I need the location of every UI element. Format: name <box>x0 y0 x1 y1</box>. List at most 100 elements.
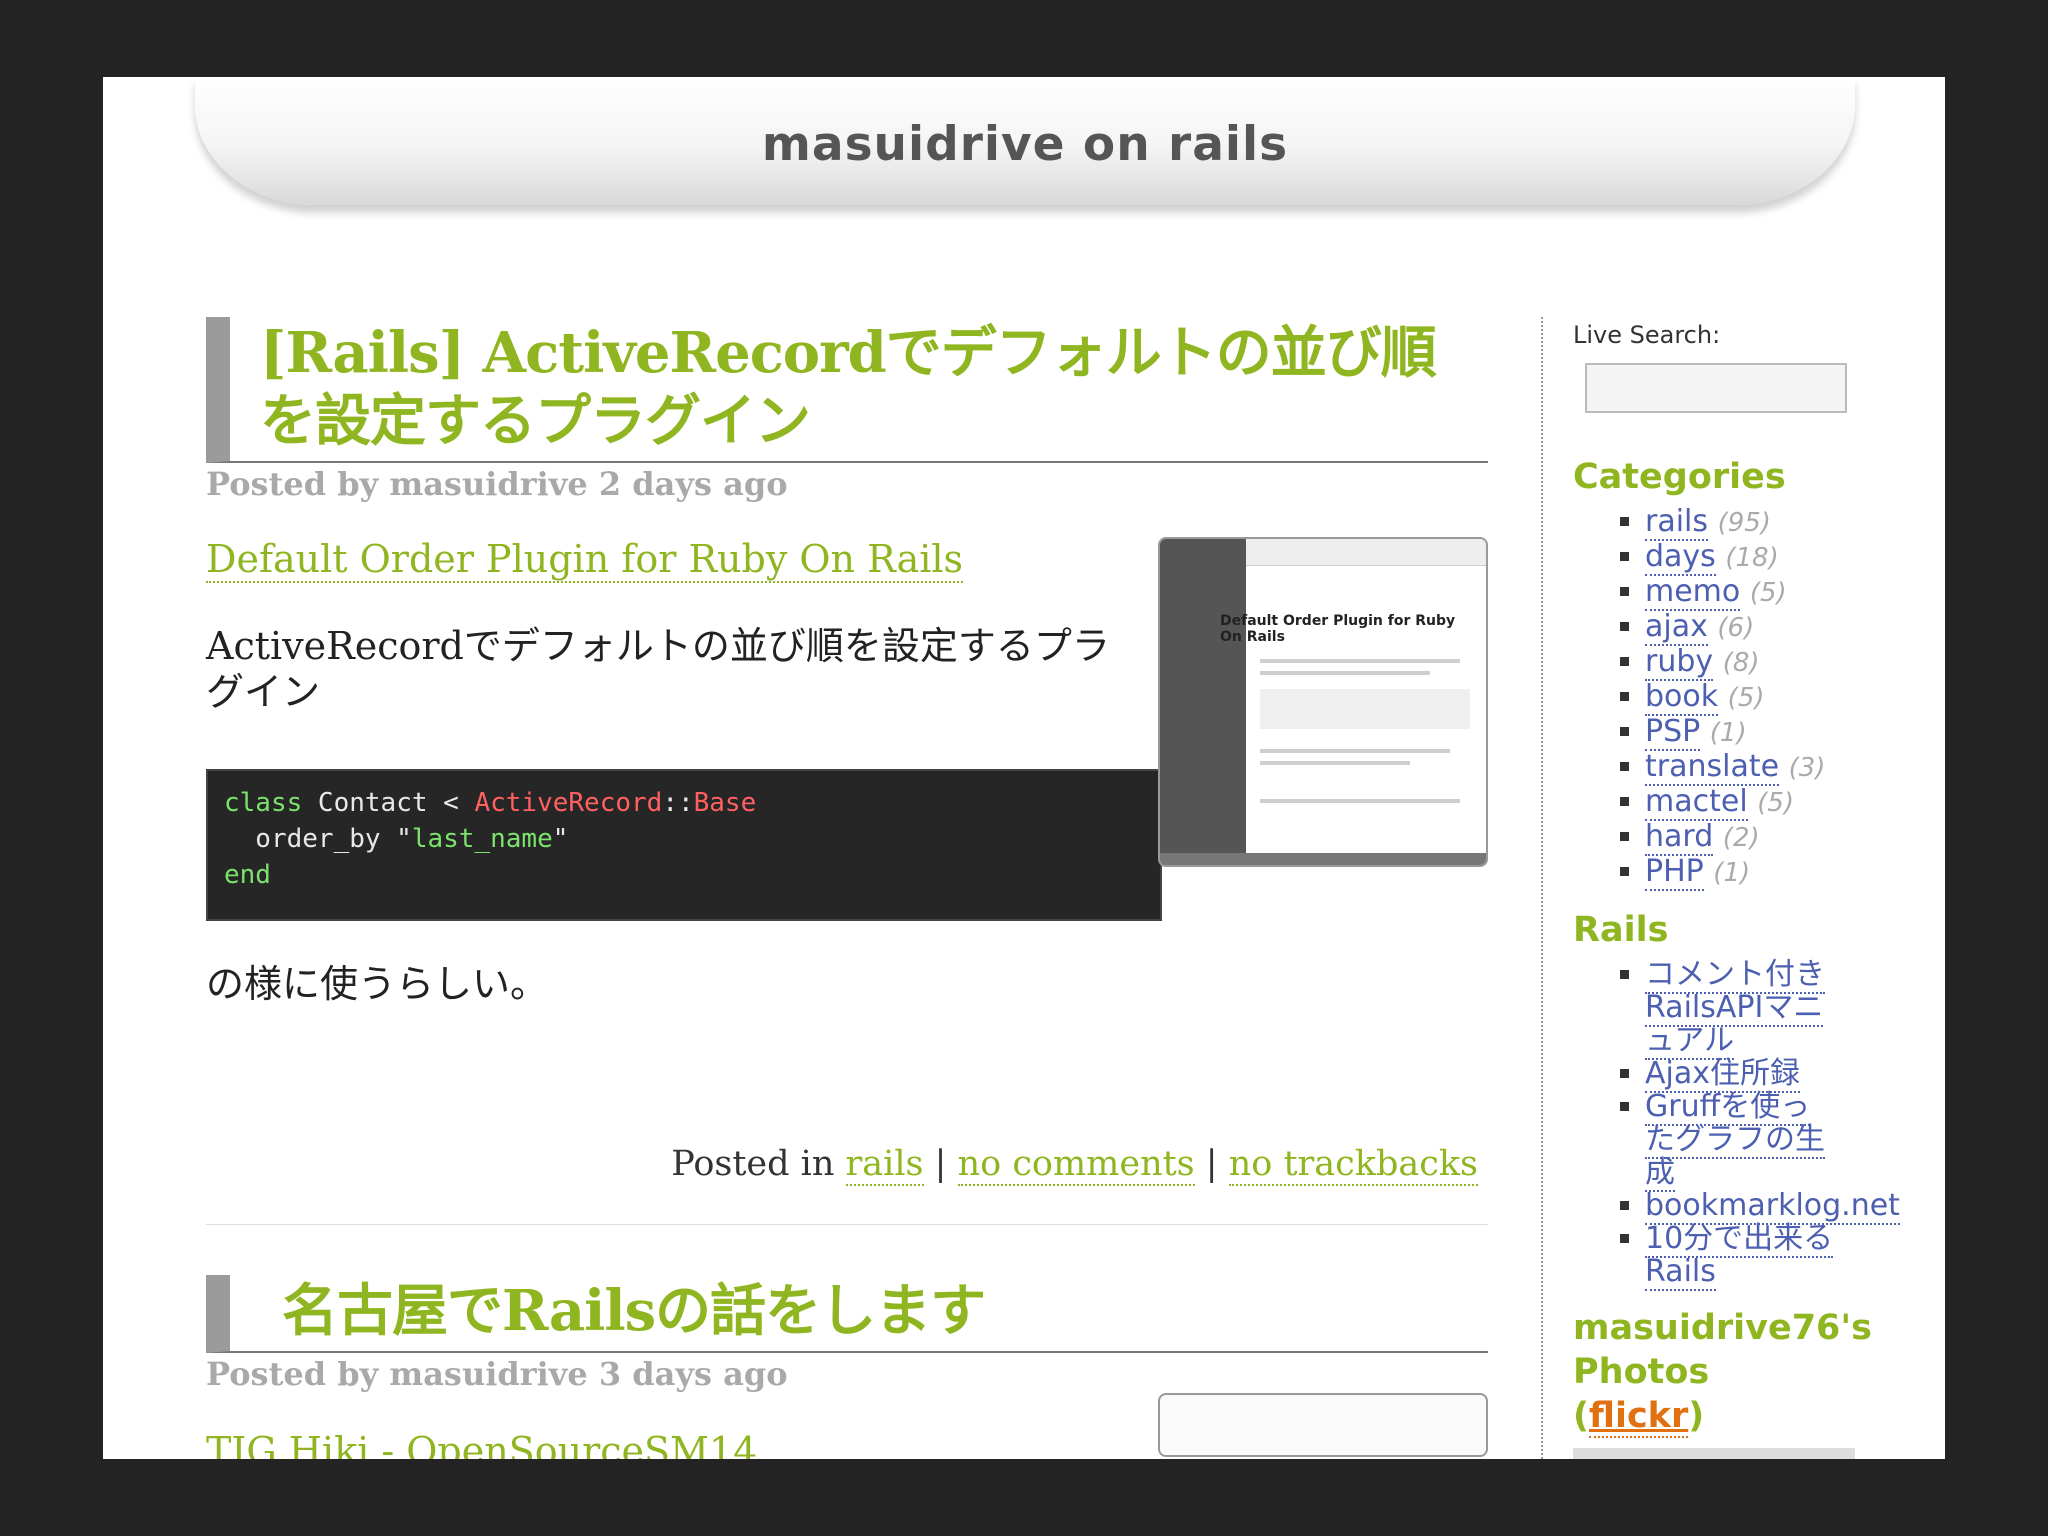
category-link[interactable]: days <box>1645 539 1716 576</box>
code-line2-post: " <box>552 824 569 854</box>
post-link[interactable]: Default Order Plugin for Ruby On Rails <box>206 537 964 583</box>
main-content: [Rails] ActiveRecordでデフォルトの並び順を設定するプラグイン… <box>206 317 1488 1459</box>
code-keyword-class: class <box>224 788 303 818</box>
rails-link-item: Gruffを使ったグラフの生成 <box>1645 1089 1835 1192</box>
categories-heading: Categories <box>1573 457 1786 497</box>
category-item: memo (5) <box>1645 574 1933 611</box>
category-count: (2) <box>1722 823 1760 853</box>
post-meta: Posted by masuidrive 2 days ago <box>206 465 788 503</box>
rails-links-list: コメント付きRailsAPIマニュアル Ajax住所録 Gruffを使ったグラフ… <box>1573 957 1900 1291</box>
thumbnail-bottom-strip <box>1160 853 1486 865</box>
post-body: Default Order Plugin for Ruby On Rails D… <box>206 537 1488 1186</box>
code-separator: :: <box>662 788 694 818</box>
post-text-2: の様に使うらしい。 <box>206 962 549 1006</box>
site-title[interactable]: masuidrive on rails <box>195 117 1855 172</box>
comments-link[interactable]: no comments <box>957 1144 1195 1186</box>
code-block: class Contact < ActiveRecord::Base order… <box>206 769 1162 921</box>
rails-link-item: Ajax住所録 <box>1645 1056 1835 1093</box>
category-link[interactable]: hard <box>1645 819 1714 856</box>
footer-separator: | <box>934 1144 947 1184</box>
thumbnail-text-line <box>1260 761 1410 765</box>
category-link[interactable]: rails <box>1645 504 1709 541</box>
thumbnail-text-line <box>1260 799 1460 803</box>
posted-in-label: Posted in <box>671 1144 835 1184</box>
category-count: (1) <box>1713 858 1751 888</box>
paren-close: ) <box>1688 1396 1705 1436</box>
rails-link-item: コメント付きRailsAPIマニュアル <box>1645 957 1835 1060</box>
category-link[interactable]: memo <box>1645 574 1741 611</box>
category-item: PHP (1) <box>1645 854 1933 891</box>
post-title[interactable]: 名古屋でRailsの話をします <box>206 1275 1488 1353</box>
sidebar: Live Search: Categories rails (95) days … <box>1573 321 1933 1459</box>
category-link[interactable]: ruby <box>1645 644 1714 681</box>
site-header: masuidrive on rails <box>195 77 1855 205</box>
thumbnail-code-box <box>1260 689 1470 729</box>
category-count: (1) <box>1709 718 1747 748</box>
category-link[interactable]: PHP <box>1645 854 1704 891</box>
thumbnail-toolbar <box>1246 539 1486 566</box>
category-count: (18) <box>1725 543 1779 573</box>
rails-link-item: 10分で出来るRails <box>1645 1221 1835 1291</box>
rails-heading: Rails <box>1573 910 1669 950</box>
post-divider <box>206 1224 1488 1225</box>
post-text: ActiveRecordでデフォルトの並び順を設定するプラグイン <box>206 624 1110 714</box>
photos-title: masuidrive76's Photos <box>1573 1308 1872 1392</box>
category-count: (6) <box>1717 613 1755 643</box>
rails-link[interactable]: コメント付きRailsAPIマニュアル <box>1645 957 1825 1060</box>
thumbnail-sidebar-shade <box>1160 539 1246 865</box>
photos-heading: masuidrive76's Photos (flickr) <box>1573 1306 1933 1438</box>
category-item: translate (3) <box>1645 749 1933 786</box>
rails-link[interactable]: bookmarklog.net <box>1645 1188 1900 1225</box>
category-item: rails (95) <box>1645 504 1933 541</box>
category-count: (8) <box>1722 648 1760 678</box>
browser-window: masuidrive on rails [Rails] ActiveRecord… <box>103 77 1945 1459</box>
post-thumbnail[interactable]: Default Order Plugin for Ruby On Rails <box>1158 537 1488 867</box>
code-string: last_name <box>411 824 553 854</box>
category-count: (5) <box>1757 788 1795 818</box>
rails-link[interactable]: Ajax住所録 <box>1645 1056 1800 1093</box>
category-item: book (5) <box>1645 679 1933 716</box>
thumbnail-text-line <box>1260 659 1460 663</box>
categories-list: rails (95) days (18) memo (5) ajax (6) r… <box>1573 504 1933 891</box>
category-item: PSP (1) <box>1645 714 1933 751</box>
code-class-name: Contact < <box>302 788 475 818</box>
category-item: ruby (8) <box>1645 644 1933 681</box>
search-label: Live Search: <box>1573 321 1721 349</box>
category-item: ajax (6) <box>1645 609 1933 646</box>
search-input[interactable] <box>1585 363 1847 413</box>
category-count: (5) <box>1749 578 1787 608</box>
category-item: hard (2) <box>1645 819 1933 856</box>
thumbnail-text-line <box>1260 671 1430 675</box>
post-link[interactable]: TIG Hiki - OpenSourceSM14 <box>206 1429 757 1459</box>
post: [Rails] ActiveRecordでデフォルトの並び順を設定するプラグイン… <box>206 317 1488 1186</box>
thumbnail-text-line <box>1260 749 1450 753</box>
trackbacks-link[interactable]: no trackbacks <box>1228 1144 1478 1186</box>
category-count: (5) <box>1727 683 1765 713</box>
paren-open: ( <box>1573 1396 1589 1436</box>
category-item: days (18) <box>1645 539 1933 576</box>
post-footer: Posted in rails | no comments | no track… <box>206 1144 1488 1186</box>
code-line2-pre: order_by " <box>224 824 412 854</box>
code-activerecord: ActiveRecord <box>474 788 663 818</box>
rails-link[interactable]: 10分で出来るRails <box>1645 1221 1834 1291</box>
post-meta: Posted by masuidrive 3 days ago <box>206 1355 788 1393</box>
category-link[interactable]: mactel <box>1645 784 1748 821</box>
category-link[interactable]: rails <box>845 1144 924 1186</box>
post-title[interactable]: [Rails] ActiveRecordでデフォルトの並び順を設定するプラグイン <box>206 317 1488 463</box>
footer-separator: | <box>1205 1144 1218 1184</box>
post-thumbnail[interactable] <box>1158 1393 1488 1457</box>
flickr-link[interactable]: flickr <box>1589 1396 1689 1438</box>
category-link[interactable]: ajax <box>1645 609 1708 646</box>
category-count: (3) <box>1788 753 1826 783</box>
category-link[interactable]: translate <box>1645 749 1780 786</box>
category-link[interactable]: PSP <box>1645 714 1701 751</box>
category-link[interactable]: book <box>1645 679 1719 716</box>
code-keyword-end: end <box>224 860 271 890</box>
code-base: Base <box>693 788 757 818</box>
sidebar-divider <box>1541 317 1543 1459</box>
flickr-badge[interactable] <box>1573 1448 1855 1459</box>
thumbnail-caption: Default Order Plugin for Ruby On Rails <box>1220 613 1456 645</box>
rails-link-item: bookmarklog.net <box>1645 1188 1900 1225</box>
rails-link[interactable]: Gruffを使ったグラフの生成 <box>1645 1089 1825 1192</box>
category-item: mactel (5) <box>1645 784 1933 821</box>
